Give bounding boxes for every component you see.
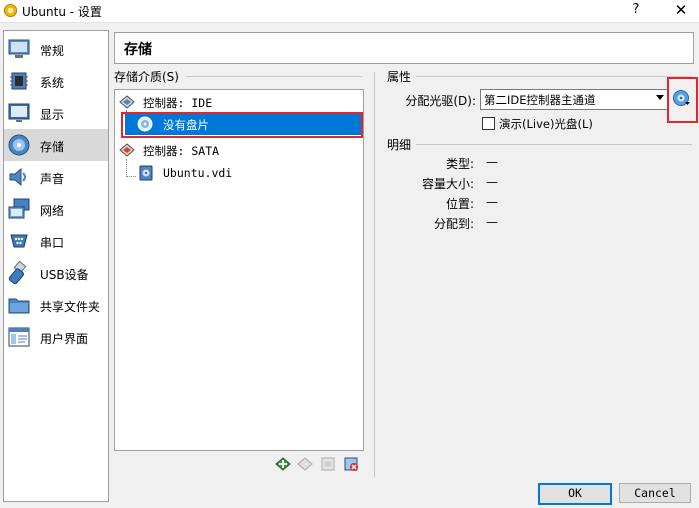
sidebar-item-label: 显示	[40, 108, 65, 122]
hard-disk-icon	[139, 165, 153, 181]
title-bar: Ubuntu - 设置 ? ✕	[0, 0, 699, 23]
sidebar-item-usb[interactable]: USB设备	[4, 257, 108, 289]
tree-item-ide-controller[interactable]: 控制器: IDE	[117, 92, 357, 112]
optical-drive-label: 分配光驱(D):	[405, 94, 476, 108]
storage-tree[interactable]: 控制器: IDE 没有盘片 控制器: SATA Ubuntu.vdi	[114, 89, 364, 451]
sidebar-item-label: 系统	[40, 76, 65, 90]
optical-drive-value: 第二IDE控制器主通道	[484, 93, 596, 107]
sidebar-item-label: 用户界面	[40, 332, 89, 346]
info-type-label: 类型:	[445, 157, 474, 171]
remove-controller-icon[interactable]	[297, 456, 313, 472]
general-monitor-icon	[8, 39, 30, 58]
tree-item-label: 控制器: IDE	[143, 96, 213, 110]
live-cd-checkbox[interactable]	[482, 117, 495, 130]
panel-separator	[374, 72, 375, 477]
sidebar-item-audio[interactable]: 声音	[4, 161, 108, 193]
page-title: 存储	[124, 42, 152, 58]
sidebar-item-label: 网络	[40, 204, 65, 218]
live-cd-label[interactable]: 演示(Live)光盘(L)	[499, 116, 593, 132]
virtualbox-app-icon	[3, 3, 18, 18]
ide-controller-icon	[119, 95, 135, 109]
optical-drive-select[interactable]: 第二IDE控制器主通道	[480, 89, 668, 110]
settings-sidebar: 常规 系统 显示 存储 声音 网络 串口 USB设备 共享文件夹 用户界面	[3, 30, 109, 502]
tree-item-label: Ubuntu.vdi	[163, 166, 233, 180]
display-monitor-icon	[8, 103, 30, 122]
storage-disk-icon	[8, 134, 30, 156]
highlight-box	[667, 77, 698, 123]
sidebar-item-serial[interactable]: 串口	[4, 225, 108, 257]
usb-icon	[8, 261, 27, 285]
tree-item-ubuntu-vdi[interactable]: Ubuntu.vdi	[135, 163, 355, 183]
storage-media-label: 存储介质(S)	[114, 70, 179, 84]
user-interface-icon	[8, 327, 30, 347]
sidebar-item-label: 存储	[40, 140, 65, 154]
close-button[interactable]: ✕	[672, 1, 690, 19]
sidebar-item-shared-folders[interactable]: 共享文件夹	[4, 289, 108, 321]
divider	[416, 144, 692, 145]
sidebar-item-label: 常规	[40, 44, 65, 58]
divider	[186, 76, 362, 77]
info-heading: 明细	[387, 138, 412, 152]
sidebar-item-system[interactable]: 系统	[4, 65, 108, 97]
sidebar-item-label: 声音	[40, 172, 65, 186]
sata-controller-icon	[119, 143, 135, 157]
info-location-value: —	[486, 195, 498, 209]
info-type-value: —	[486, 155, 498, 169]
tree-connector	[126, 159, 127, 177]
sidebar-item-display[interactable]: 显示	[4, 97, 108, 129]
cancel-button[interactable]: Cancel	[619, 483, 691, 503]
sidebar-item-label: 串口	[40, 236, 65, 250]
help-button[interactable]: ?	[628, 2, 644, 17]
ok-button[interactable]: OK	[538, 483, 612, 505]
divider	[416, 76, 692, 77]
window-title: Ubuntu - 设置	[22, 5, 102, 19]
tree-item-label: 控制器: SATA	[143, 144, 220, 158]
sidebar-item-storage[interactable]: 存储	[4, 129, 108, 161]
sidebar-item-network[interactable]: 网络	[4, 193, 108, 225]
add-attachment-icon[interactable]	[320, 456, 336, 472]
chevron-down-icon	[656, 95, 664, 100]
sidebar-item-label: 共享文件夹	[40, 300, 101, 314]
speaker-icon	[9, 167, 26, 187]
attributes-heading: 属性	[387, 70, 412, 84]
serial-port-icon	[10, 234, 28, 248]
highlight-box	[121, 112, 363, 138]
info-location-label: 位置:	[445, 197, 474, 211]
info-attached-value: —	[486, 215, 498, 229]
info-attached-label: 分配到:	[433, 217, 474, 231]
remove-attachment-icon[interactable]	[343, 456, 359, 472]
info-size-label: 容量大小:	[421, 177, 474, 191]
page-header: 存储	[114, 32, 694, 64]
network-icon	[8, 198, 30, 219]
add-controller-icon[interactable]	[275, 456, 291, 472]
tree-item-sata-controller[interactable]: 控制器: SATA	[117, 140, 357, 160]
sidebar-item-general[interactable]: 常规	[4, 33, 108, 65]
info-size-value: —	[486, 175, 498, 189]
sidebar-item-label: USB设备	[40, 268, 89, 282]
sidebar-item-user-interface[interactable]: 用户界面	[4, 321, 108, 353]
folder-icon	[8, 298, 30, 314]
system-chip-icon	[10, 72, 28, 90]
